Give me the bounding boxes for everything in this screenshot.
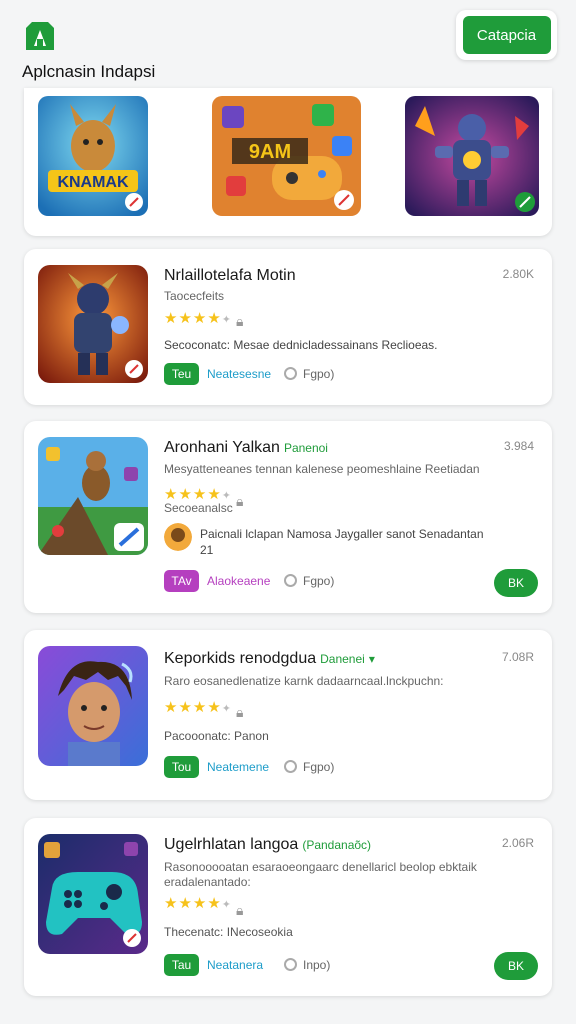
app-subtitle-continued: eradalenantado: — [164, 875, 251, 889]
app-title-text: Ugelrhlatan langoa — [164, 836, 299, 853]
app-title-text: Keporkids renodgdua — [164, 650, 317, 667]
rating-stars: ★★★★✦ — [164, 895, 233, 912]
badge-chevron-icon: ▾ — [368, 652, 375, 666]
app-subtitle: Taocecfeits — [164, 289, 225, 303]
app-description: Secoeanalsc — [164, 501, 233, 515]
reviewer-avatar — [164, 523, 192, 551]
app-badge: Panenoi — [283, 441, 328, 455]
app-title[interactable]: Nrlaillotelafa Motin — [164, 267, 296, 285]
app-link[interactable]: Neatanera — [207, 958, 263, 972]
category-button-label: Catapcia — [462, 16, 551, 54]
app-meta: Fgpo) — [284, 367, 334, 381]
app-title[interactable]: Keporkids renodgdua Danenei ▾ — [164, 650, 375, 668]
app-link[interactable]: Alaokeaene — [207, 574, 270, 588]
app-link[interactable]: Neatesesne — [207, 367, 271, 381]
app-meta: Fgpo) — [284, 574, 334, 588]
featured-game-2[interactable]: 9AM — [212, 96, 361, 216]
app-card[interactable]: Aronhani Yalkan Panenoi 3.984 Mesyattenea… — [24, 421, 552, 613]
featured-game-1[interactable]: KNAMAK — [38, 96, 148, 216]
app-title-text: Aronhani Yalkan — [164, 439, 280, 456]
app-tag[interactable]: Teu — [164, 363, 199, 385]
app-meta: Inpo) — [284, 958, 330, 972]
app-tag[interactable]: Tau — [164, 954, 199, 976]
app-logo-icon[interactable] — [22, 18, 58, 54]
app-card[interactable]: Keporkids renodgdua Danenei ▾ 7.08R Raro e… — [24, 630, 552, 800]
lock-icon: 🔒︎ — [236, 493, 244, 509]
app-badge: Danenei — [320, 652, 365, 666]
app-description: Thecenatc: INecoseokia — [164, 925, 293, 939]
app-icon[interactable] — [38, 834, 148, 954]
rating-stars: ★★★★✦ — [164, 310, 233, 327]
featured-carousel: KNAMAK 9AM — [24, 88, 552, 236]
app-title[interactable]: Ugelrhlatan langoa (Pandanaõc) — [164, 836, 371, 854]
app-meta: Fgpo) — [284, 760, 334, 774]
rating-stars: ★★★★✦ — [164, 699, 233, 716]
app-card[interactable]: Ugelrhlatan langoa (Pandanaõc) 2.06R Raso… — [24, 818, 552, 996]
app-icon[interactable] — [38, 265, 148, 383]
app-tag[interactable]: Tou — [164, 756, 199, 778]
featured-game-1-art-text: KNAMAK — [57, 174, 129, 191]
app-icon[interactable] — [38, 437, 148, 555]
app-description: Secoconatc: Mesae dednicladessainans Rec… — [164, 338, 438, 352]
lock-icon: 🔒︎ — [236, 704, 244, 720]
review-text: Paicnali lclapan Namosa Jaygaller sanot … — [200, 527, 484, 541]
app-size: 3.984 — [503, 439, 534, 453]
category-button[interactable]: Catapcia — [456, 10, 557, 60]
app-tag[interactable]: TAv — [164, 570, 199, 592]
app-size: 7.08R — [501, 650, 534, 664]
review-count: 21 — [200, 543, 214, 557]
app-badge: (Pandanaõc) — [302, 838, 372, 852]
app-subtitle: Mesyatteneanes tennan kalenese peomeshla… — [164, 462, 480, 476]
app-link[interactable]: Neatemene — [207, 760, 269, 774]
app-size: 2.80K — [502, 267, 534, 281]
app-subtitle: Raro eosanedlenatize karnk dadaarncaal.l… — [164, 674, 444, 688]
featured-game-2-art-text: 9AM — [249, 141, 291, 163]
app-description: Pacooonatc: Panon — [164, 729, 269, 743]
lock-icon: 🔒︎ — [236, 902, 244, 918]
featured-game-3[interactable] — [405, 96, 539, 216]
app-subtitle: Rasonooooatan esaraoeongaarc denellaricl… — [164, 860, 477, 874]
app-size: 2.06R — [501, 836, 534, 850]
page-title: Aplcnasin Indapsi — [22, 62, 156, 81]
app-title[interactable]: Aronhani Yalkan Panenoi — [164, 439, 328, 457]
lock-icon: 🔒︎ — [236, 313, 244, 329]
app-card[interactable]: Nrlaillotelafa Motin 2.80K Taocecfeits ★… — [24, 249, 552, 405]
download-button[interactable]: BK — [494, 952, 538, 980]
app-icon[interactable] — [38, 646, 148, 766]
download-button[interactable]: BK — [494, 569, 538, 597]
